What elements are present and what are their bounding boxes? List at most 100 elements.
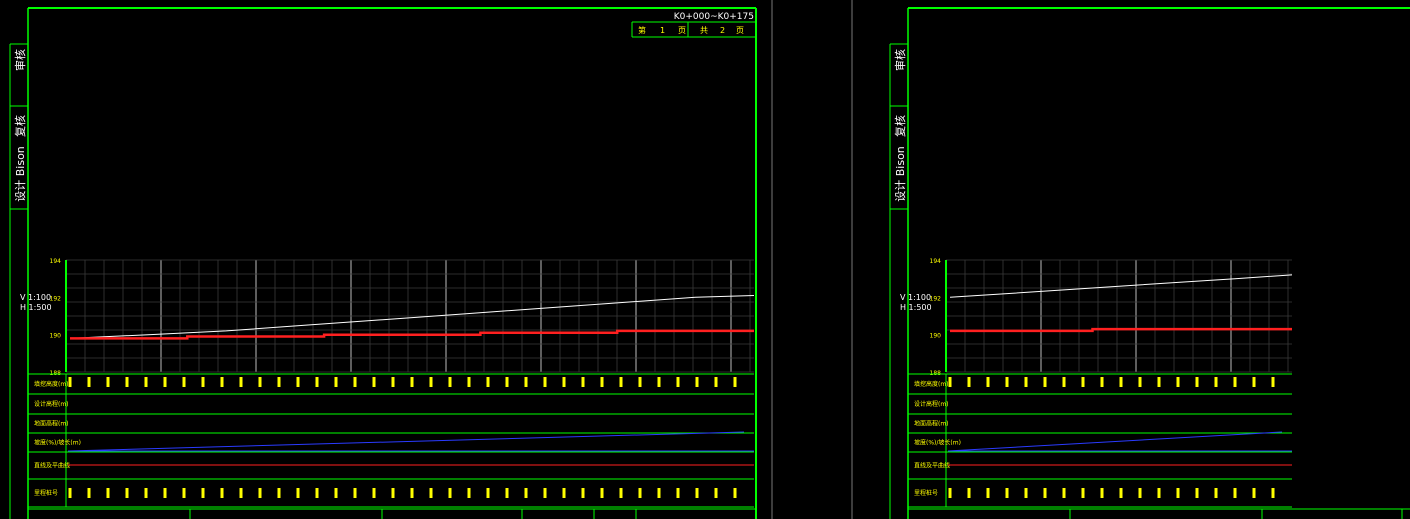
y-tick-label: 190 bbox=[930, 333, 942, 340]
chainage-tick bbox=[258, 488, 262, 498]
fill-height-tick bbox=[429, 377, 433, 387]
chainage-tick bbox=[1252, 488, 1256, 498]
chainage-tick bbox=[524, 488, 528, 498]
fill-height-tick bbox=[600, 377, 604, 387]
fill-height-tick bbox=[182, 377, 186, 387]
chainage-tick bbox=[448, 488, 452, 498]
chainage-tick bbox=[372, 488, 376, 498]
vertical-scale-label: V 1:100 bbox=[900, 293, 931, 302]
fill-height-tick bbox=[967, 377, 971, 387]
chainage-tick bbox=[505, 488, 509, 498]
chainage-tick bbox=[296, 488, 300, 498]
design-profile-line bbox=[950, 327, 1292, 333]
fill-height-tick bbox=[524, 377, 528, 387]
fill-height-tick bbox=[239, 377, 243, 387]
fill-height-tick bbox=[1176, 377, 1180, 387]
chainage-tick bbox=[1024, 488, 1028, 498]
chainage-tick bbox=[87, 488, 91, 498]
fill-height-tick bbox=[1214, 377, 1218, 387]
horizontal-scale-label: H 1:500 bbox=[900, 303, 932, 312]
vertical-scale-label: V 1:100 bbox=[20, 293, 51, 302]
fill-height-tick bbox=[125, 377, 129, 387]
chainage-tick bbox=[277, 488, 281, 498]
fill-height-tick bbox=[87, 377, 91, 387]
fill-height-tick bbox=[505, 377, 509, 387]
chainage-tick bbox=[1157, 488, 1161, 498]
page-unit: 页 bbox=[678, 26, 686, 35]
table-row-label: 里程桩号 bbox=[34, 489, 58, 497]
chainage-tick bbox=[391, 488, 395, 498]
y-tick-label: 194 bbox=[50, 258, 62, 265]
table-row-label: 填挖高度(m) bbox=[914, 380, 949, 388]
chainage-tick bbox=[600, 488, 604, 498]
y-tick-label: 194 bbox=[930, 258, 942, 265]
table-row-label: 坡度(%)/坡长(m) bbox=[34, 439, 81, 447]
chainage-tick bbox=[581, 488, 585, 498]
fill-height-tick bbox=[1157, 377, 1161, 387]
fill-height-tick bbox=[714, 377, 718, 387]
chainage-tick bbox=[239, 488, 243, 498]
chainage-tick bbox=[429, 488, 433, 498]
table-row-label: 坡度(%)/坡长(m) bbox=[914, 439, 961, 447]
chainage-tick bbox=[1081, 488, 1085, 498]
chainage-tick bbox=[467, 488, 471, 498]
fill-height-tick bbox=[448, 377, 452, 387]
chainage-tick bbox=[638, 488, 642, 498]
fill-height-tick bbox=[334, 377, 338, 387]
chainage-tick bbox=[1138, 488, 1142, 498]
fill-height-tick bbox=[562, 377, 566, 387]
fill-height-tick bbox=[581, 377, 585, 387]
fill-height-tick bbox=[106, 377, 110, 387]
fill-height-tick bbox=[986, 377, 990, 387]
fill-height-tick bbox=[296, 377, 300, 387]
fill-height-tick bbox=[1271, 377, 1275, 387]
y-tick-label: 192 bbox=[50, 295, 62, 302]
y-tick-label: 190 bbox=[50, 333, 62, 340]
page-label: 第 bbox=[638, 25, 646, 35]
fill-height-tick bbox=[733, 377, 737, 387]
drawing-canvas[interactable]: 审核复核设计 Bison K0+000~K0+175 第 1 页 共 2 页 194 192 190… bbox=[0, 0, 1410, 519]
chainage-tick bbox=[657, 488, 661, 498]
fill-height-tick bbox=[1081, 377, 1085, 387]
total-number: 2 bbox=[720, 26, 725, 35]
chainage-range-text: K0+000~K0+175 bbox=[674, 12, 754, 22]
table-row-label: 里程桩号 bbox=[914, 489, 938, 497]
fill-height-tick bbox=[619, 377, 623, 387]
chainage-tick bbox=[562, 488, 566, 498]
fill-height-tick bbox=[1005, 377, 1009, 387]
fill-height-tick bbox=[372, 377, 376, 387]
horizontal-scale-label: H 1:500 bbox=[20, 303, 52, 312]
fill-height-tick bbox=[1119, 377, 1123, 387]
drawing-sheet-2: 审核复核设计 Bison194192190188V 1:100H 1:500填挖… bbox=[889, 7, 1410, 519]
fill-height-tick bbox=[1100, 377, 1104, 387]
fill-height-tick bbox=[391, 377, 395, 387]
fill-height-tick bbox=[277, 377, 281, 387]
fill-height-tick bbox=[144, 377, 148, 387]
table-row-label: 直线及平曲线 bbox=[914, 462, 950, 470]
chainage-tick bbox=[144, 488, 148, 498]
table-row-label: 设计高程(m) bbox=[34, 400, 69, 408]
chainage-tick bbox=[1214, 488, 1218, 498]
chainage-tick bbox=[1176, 488, 1180, 498]
y-tick-label: 192 bbox=[930, 295, 942, 302]
chainage-tick bbox=[1195, 488, 1199, 498]
total-label: 共 bbox=[700, 26, 708, 35]
chainage-tick bbox=[163, 488, 167, 498]
chainage-tick bbox=[1005, 488, 1009, 498]
table-row-label: 地面高程(m) bbox=[34, 420, 69, 428]
chainage-tick bbox=[353, 488, 357, 498]
designer-label: 设计 Bison bbox=[14, 146, 27, 202]
review-label: 审核 bbox=[893, 49, 907, 71]
chainage-tick bbox=[1100, 488, 1104, 498]
fill-height-tick bbox=[948, 377, 952, 387]
chainage-tick bbox=[733, 488, 737, 498]
recheck-label: 复核 bbox=[13, 115, 27, 137]
chainage-tick bbox=[986, 488, 990, 498]
fill-height-tick bbox=[1062, 377, 1066, 387]
table-row-label: 设计高程(m) bbox=[914, 400, 949, 408]
chainage-tick bbox=[1271, 488, 1275, 498]
table-row-label: 填挖高度(m) bbox=[34, 380, 69, 388]
fill-height-tick bbox=[467, 377, 471, 387]
fill-height-tick bbox=[695, 377, 699, 387]
fill-height-tick bbox=[220, 377, 224, 387]
